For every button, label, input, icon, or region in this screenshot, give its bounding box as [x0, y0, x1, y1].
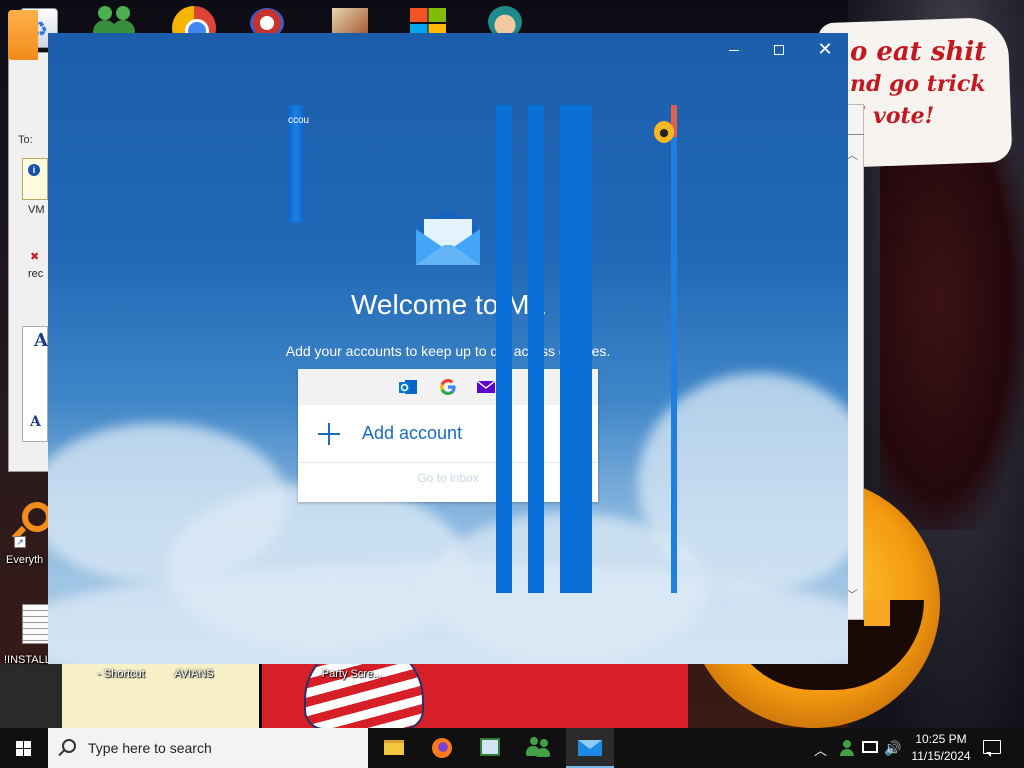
close-button[interactable]: ✕: [802, 33, 848, 65]
wallpaper-tree: [880, 150, 1024, 530]
start-button[interactable]: [0, 728, 48, 768]
mail-envelope-icon: [416, 209, 480, 265]
search-box[interactable]: Type here to search: [48, 728, 368, 768]
vm-text: VM: [28, 204, 45, 216]
taskbar-users-app[interactable]: [514, 728, 562, 768]
wallpaper-ribbon: [0, 664, 62, 728]
font-glyph[interactable]: A: [34, 330, 48, 351]
firefox-icon: [432, 738, 452, 758]
to-field-label: To:: [18, 134, 33, 146]
error-icon: ✖: [30, 251, 40, 263]
notification-icon[interactable]: [980, 738, 1002, 758]
background-window-right: [848, 104, 864, 620]
bubble-line-2: nd go trick: [850, 71, 986, 97]
bubble-line-1: o eat shit: [850, 37, 987, 67]
render-glitch-bar: [560, 105, 592, 593]
provider-row: [298, 369, 598, 405]
taskbar-file-explorer[interactable]: [370, 728, 418, 768]
folder-icon: [384, 740, 404, 755]
desktop-icon-label[interactable]: - Shortcut: [86, 668, 156, 680]
taskbar-firefox[interactable]: [418, 728, 466, 768]
divider: [848, 134, 864, 135]
yahoo-mail-icon: [476, 380, 496, 393]
plus-icon: [318, 423, 340, 445]
clock-date: 11/15/2024: [911, 749, 971, 763]
google-icon: [438, 377, 458, 397]
minimize-button[interactable]: [711, 33, 757, 65]
shortcut-arrow-icon: ↗: [14, 536, 26, 548]
account-card: Add account Go to inbox: [298, 369, 598, 502]
outlook-icon: [399, 380, 417, 394]
go-to-inbox-button[interactable]: Go to inbox: [298, 471, 598, 485]
taskbar-mail[interactable]: [566, 728, 614, 768]
taskbar: Type here to search ︿ 🔊 10:25 PM 11/15/2…: [0, 728, 1024, 768]
chevron-up-icon[interactable]: ︿: [814, 740, 827, 759]
taskbar-document-app[interactable]: [466, 728, 514, 768]
clock-time: 10:25 PM: [915, 732, 967, 746]
document-app-icon: [480, 738, 500, 756]
add-account-button[interactable]: Add account: [298, 405, 598, 463]
desktop-icon-label[interactable]: Party Scre...: [312, 668, 392, 680]
people-icon[interactable]: [838, 739, 856, 757]
render-glitch-bar: [671, 105, 677, 593]
emoji-icon: [654, 121, 674, 143]
pumpkin-tooth: [864, 600, 890, 626]
rec-text: rec: [28, 268, 44, 280]
search-placeholder: Type here to search: [88, 740, 212, 756]
network-icon[interactable]: [862, 741, 878, 753]
render-glitch-bar: [496, 105, 512, 593]
wallpaper-bubble-text: o eat shit nd go trick d vote!: [850, 36, 1010, 132]
info-icon: i: [28, 164, 40, 176]
volume-icon[interactable]: 🔊: [884, 739, 902, 757]
maximize-button[interactable]: [756, 33, 802, 65]
mail-icon: [578, 740, 602, 756]
bubble-line-3: d vote!: [850, 103, 935, 129]
font-glyph[interactable]: A: [30, 414, 41, 430]
add-account-label: Add account: [362, 423, 463, 443]
app-logo-icon: [8, 10, 38, 60]
windows-logo-icon: [16, 741, 32, 756]
document-icon[interactable]: [22, 604, 50, 644]
users-icon[interactable]: [92, 6, 136, 36]
mail-app-window[interactable]: ✕ Welcome to Ma Add your accounts to kee…: [48, 33, 848, 664]
users-icon: [526, 737, 550, 757]
welcome-subtitle: Add your accounts to keep up to d e acro…: [285, 343, 611, 359]
glitch-text: ccou: [288, 115, 310, 126]
search-icon: [62, 739, 76, 753]
system-clock[interactable]: 10:25 PM 11/15/2024: [906, 731, 976, 765]
desktop-icon-label[interactable]: AVIANS: [164, 668, 224, 680]
render-glitch-bar: [528, 105, 544, 593]
